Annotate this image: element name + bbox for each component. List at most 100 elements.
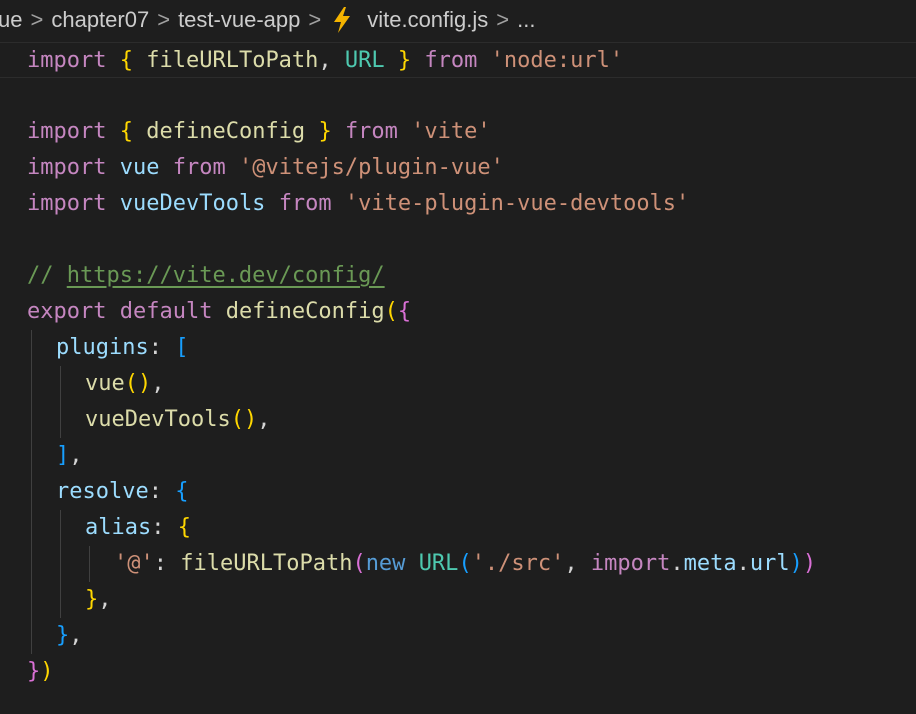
indent-guide [31, 402, 32, 438]
indent-guide [31, 582, 32, 618]
code-line[interactable]: export default defineConfig({ [0, 294, 916, 330]
code-line[interactable]: vueDevTools(), [0, 402, 916, 438]
chevron-right-icon: > [308, 7, 322, 32]
chevron-right-icon: > [496, 7, 510, 32]
code-token: from [344, 119, 398, 144]
code-line[interactable]: // https://vite.dev/config/ [0, 258, 916, 294]
breadcrumb-item-parent[interactable]: ue [0, 7, 22, 33]
indent-guide [31, 510, 32, 546]
breadcrumb-item-file[interactable]: vite.config.js [367, 7, 488, 33]
code-editor[interactable]: ue > chapter07 > test-vue-app > vite.con… [0, 0, 916, 714]
code-token: meta [683, 551, 737, 576]
code-token: resolve [56, 479, 149, 504]
code-line[interactable]: vue(), [0, 366, 916, 402]
indent-guide [60, 510, 61, 546]
code-line-content: vueDevTools(), [27, 407, 270, 432]
indent-guide [60, 546, 61, 582]
code-token: import [27, 191, 107, 216]
code-token: ) [802, 551, 817, 576]
code-line-content: '@': fileURLToPath(new URL('./src', impo… [27, 551, 816, 576]
code-line[interactable]: import vueDevTools from 'vite-plugin-vue… [0, 186, 916, 222]
code-token: vueDevTools [85, 407, 231, 432]
code-token: '@vitejs/plugin-vue' [238, 155, 504, 180]
breadcrumb-item-test-vue-app[interactable]: test-vue-app [178, 7, 300, 33]
code-line[interactable]: import { defineConfig } from 'vite' [0, 114, 916, 150]
code-line-content: import { defineConfig } from 'vite' [27, 119, 491, 144]
code-line-content: }) [27, 659, 54, 684]
code-token: plugins [56, 335, 149, 360]
code-token: URL [344, 48, 385, 73]
code-token: , [69, 623, 83, 648]
code-token: '@' [114, 551, 154, 576]
code-token: } [85, 587, 99, 612]
indent-guide [31, 438, 32, 474]
code-token: { [177, 515, 191, 540]
code-token: './src' [471, 551, 565, 576]
code-token: ( [458, 551, 472, 576]
code-line[interactable]: resolve: { [0, 474, 916, 510]
code-token: } [56, 623, 70, 648]
code-token: import [27, 155, 107, 180]
code-token: : [148, 479, 176, 504]
code-token: url [749, 551, 790, 576]
code-token: 'vite-plugin-vue-devtools' [344, 191, 690, 216]
code-token: defineConfig [225, 299, 385, 324]
code-line[interactable]: }, [0, 618, 916, 654]
code-line-content: ], [27, 443, 83, 468]
code-token: from [278, 191, 332, 216]
code-line-content: }, [27, 623, 83, 648]
code-token: , [151, 371, 165, 396]
code-line[interactable]: ], [0, 438, 916, 474]
code-line[interactable]: import vue from '@vitejs/plugin-vue' [0, 150, 916, 186]
indent-guide [31, 330, 32, 366]
code-token: { [175, 479, 189, 504]
code-token: default [119, 299, 213, 324]
code-line-content: // https://vite.dev/config/ [27, 263, 385, 288]
code-line[interactable]: alias: { [0, 510, 916, 546]
code-token: alias [85, 515, 152, 540]
code-line[interactable]: }, [0, 582, 916, 618]
code-line[interactable]: plugins: [ [0, 330, 916, 366]
code-token: , [98, 587, 112, 612]
code-line[interactable] [0, 78, 916, 114]
code-token: defineConfig [146, 119, 306, 144]
code-line[interactable]: }) [0, 654, 916, 690]
code-token: fileURLToPath [180, 551, 353, 576]
code-line-content: plugins: [ [27, 335, 188, 360]
code-token: . [670, 551, 684, 576]
code-line-content: resolve: { [27, 479, 188, 504]
code-line-content: }, [27, 587, 112, 612]
code-token: () [124, 371, 152, 396]
code-token: { [397, 299, 412, 324]
code-token: vueDevTools [119, 191, 266, 216]
breadcrumb-item-chapter07[interactable]: chapter07 [51, 7, 149, 33]
code-token: vue [119, 155, 160, 180]
code-token: [ [175, 335, 189, 360]
code-token: : [151, 515, 178, 540]
code-line[interactable]: import { fileURLToPath, URL } from 'node… [0, 42, 916, 78]
code-token: ] [56, 443, 70, 468]
code-token: { [119, 48, 133, 73]
indent-guide [31, 546, 32, 582]
code-area[interactable]: import { fileURLToPath, URL } from 'node… [0, 42, 916, 690]
code-line[interactable]: '@': fileURLToPath(new URL('./src', impo… [0, 546, 916, 582]
code-line[interactable] [0, 222, 916, 258]
indent-guide [60, 582, 61, 618]
code-token: from [424, 48, 478, 73]
code-token: import [590, 551, 671, 576]
code-token: https://vite.dev/config/ [66, 263, 385, 288]
breadcrumb-item-more[interactable]: ... [517, 7, 535, 33]
code-token: export [27, 299, 107, 324]
code-line-content: import vue from '@vitejs/plugin-vue' [27, 155, 504, 180]
